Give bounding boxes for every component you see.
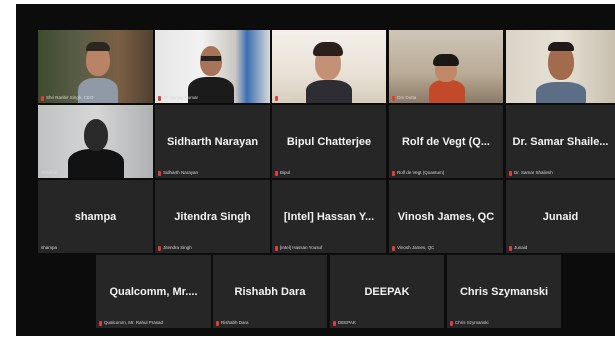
participant-video [506,30,615,103]
participant-label: Smriti [275,95,292,101]
mic-muted-icon [392,170,395,176]
participant-video [38,105,153,178]
video-tile[interactable]: Sh Sanjay Kumar [155,30,270,103]
participant-tile[interactable]: Qualcomm, Mr.... Qualcomm, Mr. Rahul Pra… [96,255,211,328]
participant-display-name: Rolf de Vegt (Q... [401,135,490,148]
participant-label: Shri Ranbir Singh, CEO [41,95,94,101]
participant-name: Junaid [514,245,528,250]
participant-display-name: Chris Szymanski [459,285,549,298]
participant-name: Bipul [280,170,291,175]
participant-name: Om Dutta [397,95,417,100]
participant-label: [Intel] Hassan Yousuf [275,245,322,251]
participant-display-name: Vinosh James, QC [397,210,495,223]
video-tile[interactable]: Om Dutta [389,30,503,103]
participant-display-name: Qualcomm, Mr.... [109,285,198,298]
participant-name: Vinosh James, QC [397,245,435,250]
participant-label: Dr. Samar Shailesh [509,170,553,176]
participant-name: Qualcomm, Mr. Rahul Prasad [104,320,164,325]
participant-label: Jitendra Singh [158,245,192,251]
mic-muted-icon [275,95,278,101]
mic-muted-icon [275,245,278,251]
participant-label: Shekhar [41,170,58,176]
participant-tile[interactable]: Junaid Junaid [506,180,615,253]
mic-muted-icon [99,320,102,326]
participant-display-name: [Intel] Hassan Y... [283,210,375,223]
participant-tile[interactable]: shampa shampa [38,180,153,253]
participant-label: Rolf de Vegt (Quantum) [392,170,444,176]
participant-tile[interactable]: DEEPAK DEEPAK [330,255,444,328]
mic-muted-icon [450,320,453,326]
participant-display-name: shampa [74,210,117,223]
participant-label: Sidharth Narayan [158,170,198,176]
participant-name: Dr. Samar Shailesh [514,170,553,175]
participant-video [38,30,153,103]
participant-label: Rishabh Dara [216,320,249,326]
participant-name: Rishabh Dara [221,320,249,325]
participant-label: Tarun [509,95,520,101]
participant-display-name: Jitendra Singh [174,210,251,223]
participant-label: Vinosh James, QC [392,245,434,251]
participant-name: Shri Ranbir Singh, CEO [46,95,94,100]
mic-muted-icon [216,320,219,326]
participant-tile[interactable]: Sidharth Narayan Sidharth Narayan [155,105,270,178]
participant-name: Sidharth Narayan [163,170,199,175]
participant-name: Rolf de Vegt (Quantum) [397,170,445,175]
mic-muted-icon [392,245,395,251]
participant-display-name: Dr. Samar Shaile... [512,135,609,148]
mic-muted-icon [158,95,161,101]
participant-label: Qualcomm, Mr. Rahul Prasad [99,320,163,326]
participant-label: Sh Sanjay Kumar [158,95,198,101]
participant-label: Om Dutta [392,95,416,101]
participant-tile[interactable]: Chris Szymanski Chris Szymanski [447,255,561,328]
meeting-gallery: Shri Ranbir Singh, CEO Sh Sanjay Kumar S… [16,4,615,336]
participant-name: Jitendra Singh [163,245,192,250]
video-tile[interactable]: Shekhar [38,105,153,178]
mic-muted-icon [275,170,278,176]
participant-video [155,30,270,103]
mic-muted-icon [158,245,161,251]
participant-label: Junaid [509,245,527,251]
participant-label: Chris Szymanski [450,320,489,326]
participant-name: Tarun [509,95,521,100]
participant-name: DEEPAK [338,320,356,325]
mic-muted-icon [509,170,512,176]
participant-tile[interactable]: Rishabh Dara Rishabh Dara [213,255,327,328]
video-tile[interactable]: Smriti [272,30,386,103]
participant-name: Shekhar [41,170,58,175]
participant-display-name: Rishabh Dara [234,285,306,298]
mic-muted-icon [158,170,161,176]
participant-video [389,30,503,103]
participant-tile[interactable]: Dr. Samar Shaile... Dr. Samar Shailesh [506,105,615,178]
mic-muted-icon [41,95,44,101]
participant-display-name: Bipul Chatterjee [286,135,372,148]
participant-tile[interactable]: Rolf de Vegt (Q... Rolf de Vegt (Quantum… [389,105,503,178]
participant-name: Smriti [280,95,292,100]
participant-display-name: Junaid [542,210,579,223]
participant-display-name: Sidharth Narayan [166,135,259,148]
participant-tile[interactable]: [Intel] Hassan Y... [Intel] Hassan Yousu… [272,180,386,253]
mic-muted-icon [333,320,336,326]
participant-name: Sh Sanjay Kumar [163,95,199,100]
participant-video [272,30,386,103]
participant-label: shampa [41,245,57,251]
participant-label: DEEPAK [333,320,356,326]
video-tile-active-speaker[interactable]: Tarun [506,30,615,103]
participant-label: Bipul [275,170,290,176]
participant-name: [Intel] Hassan Yousuf [280,245,323,250]
participant-tile[interactable]: Jitendra Singh Jitendra Singh [155,180,270,253]
mic-muted-icon [509,245,512,251]
participant-tile[interactable]: Vinosh James, QC Vinosh James, QC [389,180,503,253]
video-tile[interactable]: Shri Ranbir Singh, CEO [38,30,153,103]
participant-name: Chris Szymanski [455,320,489,325]
mic-muted-icon [392,95,395,101]
participant-name: shampa [41,245,58,250]
participant-display-name: DEEPAK [364,285,410,298]
participant-tile[interactable]: Bipul Chatterjee Bipul [272,105,386,178]
